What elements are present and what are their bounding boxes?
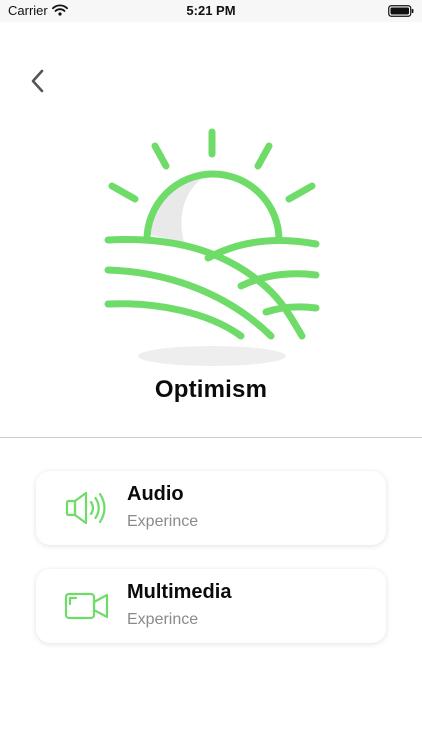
card-title: Audio [127, 483, 184, 505]
card-title: Multimedia [127, 581, 232, 603]
status-bar: Carrier 5:21 PM [0, 0, 422, 22]
status-time: 5:21 PM [186, 3, 236, 18]
battery-icon [388, 5, 414, 20]
card-subtitle: Experince [127, 611, 199, 628]
divider [0, 437, 422, 438]
card-subtitle: Experince [127, 513, 199, 530]
chevron-left-icon [29, 68, 45, 99]
page-title: Optimism [154, 376, 268, 403]
speaker-icon [64, 488, 110, 528]
back-button[interactable] [22, 68, 52, 98]
multimedia-experience-card[interactable]: Multimedia Experince [36, 569, 386, 643]
audio-experience-card[interactable]: Audio Experince [36, 471, 386, 545]
sunrise-field-icon [96, 122, 328, 372]
video-camera-icon [64, 586, 110, 626]
